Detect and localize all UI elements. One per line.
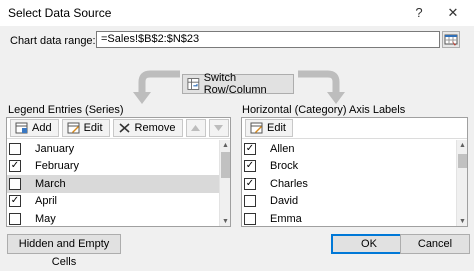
edit-axis-labels-button[interactable]: Edit	[245, 119, 293, 137]
remove-series-button[interactable]: Remove	[112, 119, 183, 137]
axis-list: ✓ Allen ✓ Brock ✓ Charles David Emma	[242, 139, 455, 226]
axis-checkbox-emma[interactable]	[244, 212, 256, 225]
edit-series-icon	[67, 122, 80, 134]
scroll-down-arrow-icon[interactable]: ▼	[457, 216, 467, 226]
legend-scrollbar[interactable]: ▲ ▼	[219, 140, 230, 226]
axis-labels-panel: Edit ✓ Allen ✓ Brock ✓ Charles David Emm…	[241, 117, 468, 227]
switch-row-column-button[interactable]: Switch Row/Column	[182, 72, 294, 96]
axis-item-emma[interactable]: Emma	[242, 210, 455, 226]
move-up-icon	[191, 125, 201, 131]
edit-series-label: Edit	[83, 122, 103, 134]
axis-item-david[interactable]: David	[242, 193, 455, 211]
legend-toolbar: Add Edit Remove	[7, 118, 230, 139]
legend-item-february[interactable]: ✓ February	[7, 158, 220, 176]
switch-row-column-label: Switch Row/Column	[203, 72, 267, 96]
edit-axis-icon	[250, 122, 263, 134]
legend-item-may[interactable]: May	[7, 210, 220, 226]
close-button[interactable]: ✕	[440, 2, 466, 24]
axis-item-label: Charles	[270, 177, 308, 190]
legend-checkbox-may[interactable]	[9, 212, 21, 225]
axis-scrollbar[interactable]: ▲ ▼	[456, 140, 467, 226]
add-series-button[interactable]: Add	[10, 119, 59, 137]
legend-item-april[interactable]: ✓ April	[7, 193, 220, 211]
axis-checkbox-brock[interactable]: ✓	[244, 160, 256, 173]
axis-item-label: Brock	[270, 160, 299, 173]
legend-item-label: April	[35, 195, 58, 208]
legend-item-label: January	[35, 142, 75, 155]
scroll-up-arrow-icon[interactable]: ▲	[220, 140, 230, 151]
legend-checkbox-february[interactable]: ✓	[9, 160, 21, 173]
legend-checkbox-march[interactable]	[9, 177, 21, 190]
switch-right-arrow-icon	[298, 70, 345, 104]
scroll-up-arrow-icon[interactable]: ▲	[457, 140, 467, 151]
add-series-icon	[15, 122, 28, 134]
legend-scroll-thumb[interactable]	[221, 152, 230, 178]
collapse-dialog-button[interactable]	[442, 31, 460, 48]
remove-series-label: Remove	[134, 122, 176, 134]
legend-checkbox-january[interactable]	[9, 142, 21, 155]
legend-item-january[interactable]: January	[7, 140, 220, 158]
edit-axis-label: Edit	[267, 122, 286, 134]
remove-icon	[119, 123, 130, 133]
axis-item-label: Allen	[270, 142, 295, 155]
axis-labels-heading: Horizontal (Category) Axis Labels	[242, 104, 406, 116]
scroll-down-arrow-icon[interactable]: ▼	[220, 216, 230, 226]
cancel-button[interactable]: Cancel	[400, 234, 470, 254]
move-up-button[interactable]	[185, 119, 206, 137]
legend-item-label: March	[35, 177, 66, 190]
axis-checkbox-david[interactable]	[244, 195, 256, 208]
axis-scroll-thumb[interactable]	[458, 154, 467, 168]
hidden-empty-cells-button[interactable]: Hidden and Empty Cells	[7, 234, 121, 268]
dialog-title: Select Data Source	[8, 6, 112, 20]
legend-item-label: May	[35, 212, 56, 225]
legend-entries-panel: Add Edit Remove January ✓ February March…	[6, 117, 231, 227]
move-down-icon	[214, 125, 224, 131]
legend-item-march[interactable]: March	[7, 175, 220, 193]
help-button[interactable]: ?	[406, 2, 432, 24]
move-down-button[interactable]	[208, 119, 229, 137]
axis-item-label: Emma	[270, 212, 302, 225]
chart-data-range-label: Chart data range:	[10, 35, 96, 47]
axis-item-brock[interactable]: ✓ Brock	[242, 158, 455, 176]
axis-toolbar: Edit	[242, 118, 467, 139]
legend-entries-heading: Legend Entries (Series)	[8, 104, 124, 116]
chart-data-range-input[interactable]: =Sales!$B$2:$N$23	[96, 31, 440, 48]
legend-list: January ✓ February March ✓ April May	[7, 139, 220, 226]
switch-row-column-icon	[187, 78, 200, 90]
axis-checkbox-charles[interactable]: ✓	[244, 177, 256, 190]
legend-checkbox-april[interactable]: ✓	[9, 195, 21, 208]
add-series-label: Add	[32, 122, 52, 134]
edit-series-button[interactable]: Edit	[61, 119, 110, 137]
switch-left-arrow-icon	[133, 70, 180, 104]
range-select-icon	[444, 34, 458, 46]
ok-button[interactable]: OK	[331, 234, 407, 254]
axis-checkbox-allen[interactable]: ✓	[244, 142, 256, 155]
axis-item-allen[interactable]: ✓ Allen	[242, 140, 455, 158]
legend-item-label: February	[35, 160, 80, 173]
axis-item-charles[interactable]: ✓ Charles	[242, 175, 455, 193]
axis-item-label: David	[270, 195, 299, 208]
